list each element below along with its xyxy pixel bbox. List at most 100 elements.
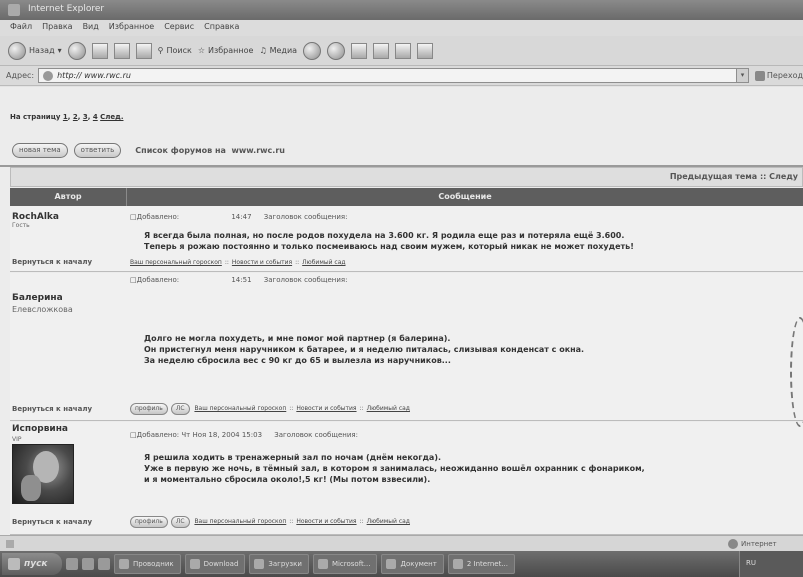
- history-button[interactable]: [303, 41, 322, 60]
- post-3: Испорвина VIP □Добавлено: Чт Ноя 18, 200…: [10, 422, 803, 535]
- menu-file[interactable]: Файл: [10, 22, 32, 36]
- language-indicator[interactable]: RU: [746, 559, 756, 567]
- quicklaunch-ie-icon[interactable]: [82, 558, 94, 570]
- page-status-icon: [6, 540, 14, 548]
- taskbar-item-document[interactable]: Документ: [381, 554, 444, 574]
- sig-link-news[interactable]: Новости и события: [296, 405, 356, 412]
- menu-tools[interactable]: Сервис: [164, 22, 194, 36]
- window-title: Internet Explorer: [28, 4, 105, 14]
- profile-button[interactable]: профиль: [130, 516, 168, 528]
- quicklaunch-media-icon[interactable]: [98, 558, 110, 570]
- back-to-top-link[interactable]: Вернуться к началу: [12, 258, 92, 266]
- back-to-top-link[interactable]: Вернуться к началу: [12, 518, 92, 526]
- taskbar-item-download[interactable]: Download: [184, 554, 246, 574]
- sig-link-garden[interactable]: Любимый сад: [367, 405, 410, 412]
- search-icon: ⚲: [157, 46, 164, 55]
- post-author[interactable]: Испорвина: [12, 424, 68, 434]
- post-signature: Ваш персональный гороскоп:: Новости и соб…: [130, 259, 346, 266]
- post-author-line2: Елевсложкова: [12, 305, 73, 314]
- column-message: Сообщение: [438, 192, 492, 201]
- search-button[interactable]: ⚲ Поиск: [158, 46, 192, 55]
- windows-logo-icon: [8, 558, 20, 570]
- system-tray: RU: [739, 551, 803, 577]
- page-link-1[interactable]: 1: [63, 113, 68, 121]
- sig-link-garden[interactable]: Любимый сад: [302, 259, 345, 266]
- post-2: Балерина Елевсложкова □Добавлено: 14:51 …: [10, 273, 803, 421]
- post-author[interactable]: Балерина: [12, 293, 63, 303]
- address-dropdown[interactable]: ▾: [737, 68, 749, 83]
- post-1: RochAlka Гость □Добавлено: 14:47 Заголов…: [10, 206, 803, 272]
- back-to-top-link[interactable]: Вернуться к началу: [12, 405, 92, 413]
- favorites-button[interactable]: ☆ Избранное: [198, 46, 254, 55]
- column-author: Автор: [10, 188, 127, 206]
- taskbar-item-explorer[interactable]: Проводник: [114, 554, 181, 574]
- page-link-4[interactable]: 4: [93, 113, 98, 121]
- taskbar-item-downloads[interactable]: Загрузки: [249, 554, 309, 574]
- post-body: Долго не могла похудеть, и мне помог мой…: [144, 334, 585, 365]
- page-link-2[interactable]: 2: [73, 113, 78, 121]
- menu-bar: Файл Правка Вид Избранное Сервис Справка: [0, 20, 803, 36]
- edit-button[interactable]: [373, 42, 390, 59]
- new-topic-button[interactable]: новая тема: [12, 143, 68, 158]
- profile-button[interactable]: профиль: [130, 403, 168, 415]
- pm-button[interactable]: ЛС: [170, 516, 190, 528]
- address-url: http:// www.rwc.ru: [57, 71, 131, 80]
- refresh-button[interactable]: [113, 42, 130, 59]
- reply-button[interactable]: ответить: [73, 143, 122, 158]
- taskbar-item-microsoft[interactable]: Microsoft...: [312, 554, 378, 574]
- pagination: На страницу 1, 2, 3, 4 След.: [10, 113, 124, 121]
- avatar: [12, 444, 74, 504]
- post-icon: □: [130, 431, 137, 439]
- home-button[interactable]: [135, 42, 152, 59]
- back-button[interactable]: Назад ▾: [8, 41, 62, 60]
- post-body: Я всегда была полная, но после родов пох…: [144, 231, 634, 251]
- star-icon: ☆: [197, 46, 205, 55]
- ie-icon: [8, 4, 20, 16]
- toolbar: Назад ▾ ⚲ Поиск ☆ Избранное ♫ Медиа: [0, 36, 803, 66]
- messenger-button[interactable]: [417, 42, 434, 59]
- media-button[interactable]: ♫ Медиа: [259, 46, 297, 55]
- status-bar: Интернет: [0, 535, 803, 551]
- title-bar: Internet Explorer: [0, 0, 803, 20]
- mail-button[interactable]: [327, 41, 346, 60]
- sig-link-horoscope[interactable]: Ваш персональный гороскоп: [194, 405, 286, 412]
- security-zone: Интернет: [728, 539, 777, 549]
- back-arrow-icon: [8, 41, 26, 60]
- stop-button[interactable]: [91, 42, 108, 59]
- go-button[interactable]: Переход: [754, 70, 803, 81]
- topic-nav[interactable]: Предыдущая тема :: Следу: [10, 167, 803, 187]
- post-author[interactable]: RochAlka: [12, 212, 59, 222]
- go-arrow-icon: [754, 70, 765, 81]
- address-label: Адрес:: [6, 71, 35, 80]
- post-meta: □Добавлено: Чт Ноя 18, 2004 15:03 Заголо…: [130, 431, 358, 439]
- sig-link-news[interactable]: Новости и события: [296, 518, 356, 525]
- page-link-3[interactable]: 3: [83, 113, 88, 121]
- address-input[interactable]: http:// www.rwc.ru: [38, 68, 738, 83]
- forum-list-link[interactable]: Список форумов на www.rwc.ru: [135, 146, 285, 155]
- page-content: На страницу 1, 2, 3, 4 След. новая тема …: [0, 87, 803, 535]
- start-button[interactable]: пуск: [2, 553, 62, 575]
- pm-button[interactable]: ЛС: [170, 403, 190, 415]
- post-author-rank: Гость: [12, 222, 30, 229]
- chevron-down-icon: ▾: [57, 46, 62, 55]
- decorative-shape: [790, 317, 803, 427]
- menu-view[interactable]: Вид: [83, 22, 99, 36]
- next-page-link[interactable]: След.: [100, 113, 123, 121]
- print-button[interactable]: [351, 42, 368, 59]
- sig-link-horoscope[interactable]: Ваш персональный гороскоп: [194, 518, 286, 525]
- menu-edit[interactable]: Правка: [42, 22, 72, 36]
- quicklaunch-desktop-icon[interactable]: [66, 558, 78, 570]
- sig-link-garden[interactable]: Любимый сад: [367, 518, 410, 525]
- taskbar-item-internet[interactable]: 2 Internet...: [447, 554, 515, 574]
- discuss-button[interactable]: [395, 42, 412, 59]
- menu-help[interactable]: Справка: [204, 22, 239, 36]
- menu-favorites[interactable]: Избранное: [109, 22, 154, 36]
- globe-icon: [728, 539, 738, 549]
- sig-link-horoscope[interactable]: Ваш персональный гороскоп: [130, 259, 222, 266]
- post-icon: □: [130, 213, 137, 221]
- page-icon: [43, 70, 54, 81]
- sig-link-news[interactable]: Новости и события: [232, 259, 292, 266]
- post-meta: □Добавлено: 14:47 Заголовок сообщения:: [130, 213, 348, 221]
- topic-actions: новая тема ответить Список форумов на ww…: [12, 143, 285, 158]
- forward-button[interactable]: [67, 41, 86, 60]
